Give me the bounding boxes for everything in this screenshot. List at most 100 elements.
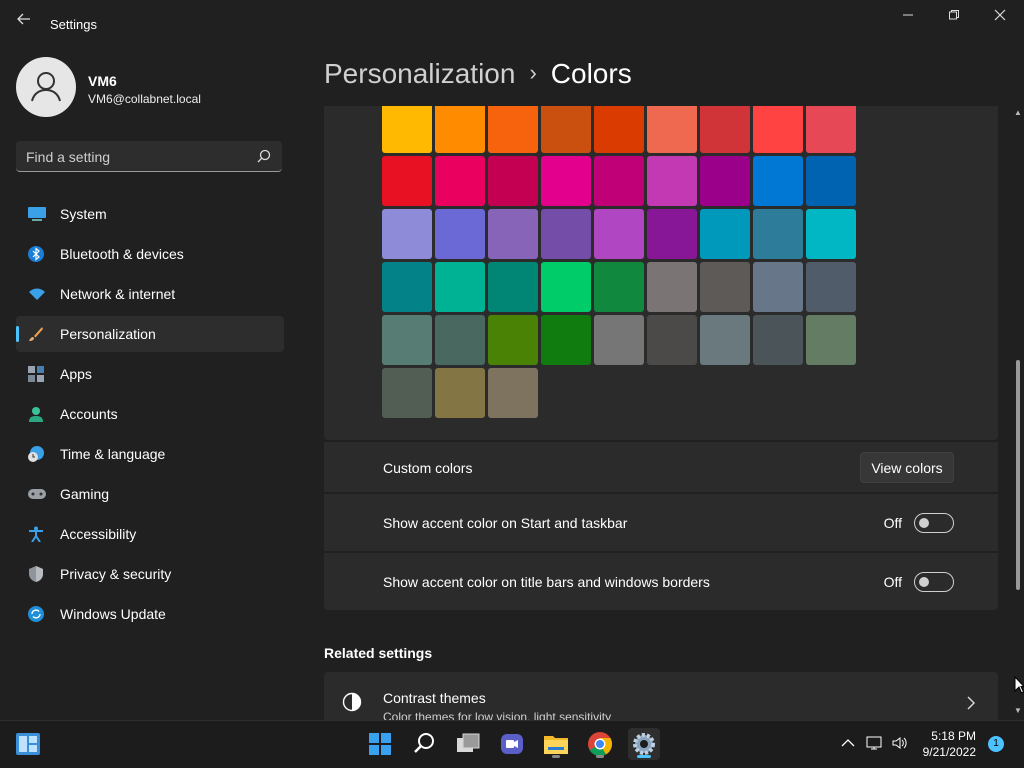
clock-time[interactable]: 5:18 PM [922, 729, 976, 743]
accent-color-swatch[interactable] [753, 156, 803, 206]
accent-color-swatch[interactable] [488, 209, 538, 259]
accent-color-swatch[interactable] [594, 156, 644, 206]
accent-color-swatch[interactable] [382, 368, 432, 418]
task-view-icon[interactable] [452, 728, 484, 760]
accent-color-swatch[interactable] [700, 262, 750, 312]
contrast-themes-row[interactable]: Contrast themes Color themes for low vis… [324, 672, 998, 720]
accent-color-swatch[interactable] [488, 106, 538, 153]
close-button[interactable] [986, 6, 1014, 26]
accent-color-swatch[interactable] [700, 315, 750, 365]
accent-color-swatch[interactable] [806, 315, 856, 365]
sidebar-item-label: Privacy & security [60, 566, 172, 582]
scroll-up-icon[interactable]: ▲ [1012, 108, 1024, 118]
accent-color-swatch[interactable] [488, 262, 538, 312]
sidebar-item-apps[interactable]: Apps [16, 356, 284, 392]
avatar[interactable] [16, 57, 76, 117]
accent-color-swatch[interactable] [382, 262, 432, 312]
accent-color-swatch[interactable] [700, 106, 750, 153]
accent-color-swatch[interactable] [435, 315, 485, 365]
start-icon[interactable] [364, 728, 396, 760]
back-arrow-icon[interactable] [14, 12, 34, 32]
accent-titlebars-toggle[interactable] [914, 572, 954, 592]
accent-color-swatch[interactable] [647, 106, 697, 153]
running-indicator [637, 755, 651, 758]
notification-badge[interactable]: 1 [988, 736, 1004, 752]
sidebar-item-windows-update[interactable]: Windows Update [16, 596, 284, 632]
sidebar-item-bluetooth[interactable]: Bluetooth & devices [16, 236, 284, 272]
minimize-button[interactable] [894, 6, 922, 26]
accent-color-swatch[interactable] [435, 156, 485, 206]
custom-colors-row: Custom colors View colors [324, 442, 998, 492]
accent-color-swatch[interactable] [647, 315, 697, 365]
accent-color-swatch[interactable] [594, 262, 644, 312]
accent-color-swatch[interactable] [382, 106, 432, 153]
contrast-icon [342, 692, 362, 712]
accent-color-swatch[interactable] [647, 156, 697, 206]
accent-color-swatch[interactable] [435, 262, 485, 312]
accent-color-swatch[interactable] [541, 106, 591, 153]
accent-color-swatch[interactable] [435, 209, 485, 259]
accent-color-swatch[interactable] [541, 315, 591, 365]
sidebar-item-personalization[interactable]: Personalization [16, 316, 284, 352]
shield-icon [28, 566, 44, 582]
network-icon[interactable] [866, 734, 884, 752]
accent-start-toggle[interactable] [914, 513, 954, 533]
accent-color-swatch[interactable] [382, 209, 432, 259]
accent-color-swatch[interactable] [382, 315, 432, 365]
accent-color-swatch[interactable] [488, 315, 538, 365]
volume-icon[interactable] [891, 734, 909, 752]
chevron-up-icon[interactable] [839, 734, 857, 752]
sidebar-item-gaming[interactable]: Gaming [16, 476, 284, 512]
accent-color-swatch[interactable] [594, 315, 644, 365]
sidebar-item-privacy[interactable]: Privacy & security [16, 556, 284, 592]
accent-color-swatch[interactable] [753, 106, 803, 153]
sidebar-item-system[interactable]: System [16, 196, 284, 232]
accent-color-swatch[interactable] [541, 209, 591, 259]
search-icon[interactable] [256, 148, 272, 164]
widgets-icon[interactable] [16, 733, 40, 755]
accent-color-swatch[interactable] [806, 209, 856, 259]
accent-color-swatch[interactable] [435, 368, 485, 418]
accent-color-swatch[interactable] [488, 156, 538, 206]
accent-color-swatch[interactable] [594, 209, 644, 259]
scroll-down-icon[interactable]: ▼ [1012, 706, 1024, 716]
accent-color-swatch[interactable] [541, 262, 591, 312]
accent-color-swatch[interactable] [541, 156, 591, 206]
sidebar-item-label: System [60, 206, 107, 222]
scroll-thumb[interactable] [1016, 360, 1020, 590]
app-title: Settings [50, 17, 97, 32]
accent-color-swatch[interactable] [435, 106, 485, 153]
sidebar-item-label: Apps [60, 366, 92, 382]
accent-color-swatch[interactable] [700, 209, 750, 259]
file-explorer-icon[interactable] [540, 728, 572, 760]
breadcrumb-parent[interactable]: Personalization [324, 58, 515, 89]
accent-color-swatch[interactable] [753, 209, 803, 259]
accent-color-swatch[interactable] [382, 156, 432, 206]
sidebar-item-accounts[interactable]: Accounts [16, 396, 284, 432]
accent-titlebars-label: Show accent color on title bars and wind… [383, 574, 710, 590]
clock-date[interactable]: 9/21/2022 [918, 745, 976, 759]
accent-color-swatch[interactable] [488, 368, 538, 418]
view-colors-button[interactable]: View colors [860, 452, 954, 483]
sidebar-item-network[interactable]: Network & internet [16, 276, 284, 312]
settings-icon[interactable] [628, 728, 660, 760]
sidebar-item-time-language[interactable]: Time & language [16, 436, 284, 472]
search-icon[interactable] [408, 728, 440, 760]
maximize-button[interactable] [940, 6, 968, 26]
page-title: Colors [550, 58, 632, 89]
accent-color-swatch[interactable] [753, 315, 803, 365]
chat-icon[interactable] [496, 728, 528, 760]
accent-color-swatch[interactable] [806, 262, 856, 312]
accent-color-swatch[interactable] [806, 156, 856, 206]
accent-color-swatch[interactable] [753, 262, 803, 312]
accent-color-swatch[interactable] [700, 156, 750, 206]
sidebar-item-accessibility[interactable]: Accessibility [16, 516, 284, 552]
accent-color-swatch[interactable] [594, 106, 644, 153]
sidebar-item-label: Network & internet [60, 286, 176, 302]
chrome-icon[interactable] [584, 728, 616, 760]
toggle-knob [919, 577, 929, 587]
search-input[interactable]: Find a setting [16, 141, 282, 172]
accent-color-swatch[interactable] [647, 209, 697, 259]
accent-color-swatch[interactable] [806, 106, 856, 153]
accent-color-swatch[interactable] [647, 262, 697, 312]
